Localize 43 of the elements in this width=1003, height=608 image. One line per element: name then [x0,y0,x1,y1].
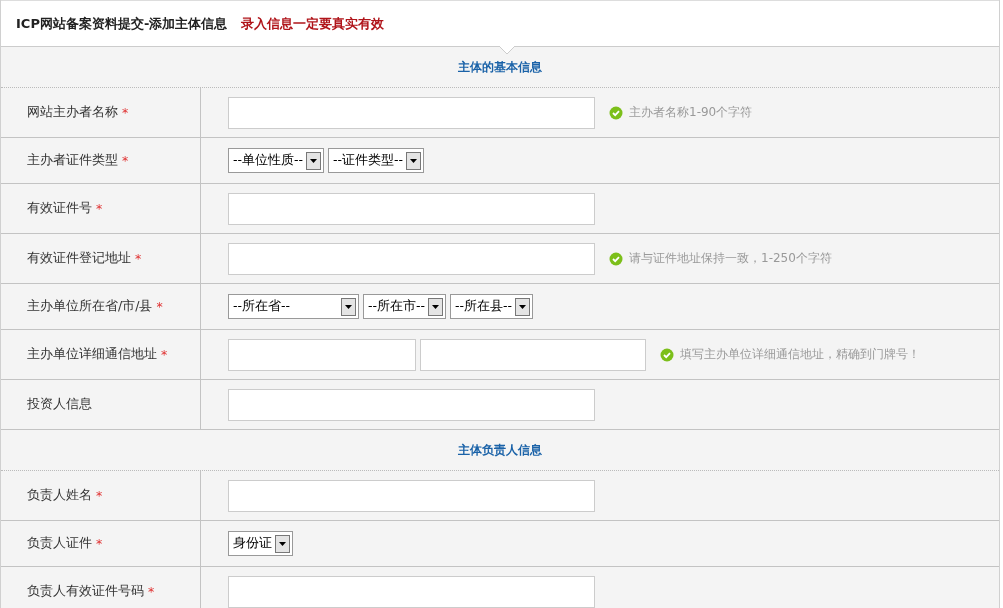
hint-text: 请与证件地址保持一致，1-250个字符 [629,250,832,267]
hint-text: 填写主办单位详细通信地址，精确到门牌号！ [680,346,920,363]
check-icon [609,251,623,266]
required-mark: * [148,584,155,599]
field-label: 负责人有效证件号码 [27,583,144,600]
dropdown[interactable]: --所在县-- [450,294,534,319]
required-mark: * [96,536,103,551]
field-label: 主办单位所在省/市/县 [27,298,153,315]
dropdown[interactable]: --单位性质-- [228,148,325,173]
page-title: ICP网站备案资料提交-添加主体信息 [16,14,228,33]
required-mark: * [96,488,103,503]
required-mark: * [96,201,103,216]
dropdown[interactable]: --证件类型-- [328,148,425,173]
field-label: 网站主办者名称 [27,104,118,121]
field-label: 有效证件登记地址 [27,250,131,267]
field-label: 投资人信息 [27,396,92,413]
field-label: 负责人证件 [27,535,92,552]
dropdown[interactable]: 身份证 [228,531,293,556]
required-mark: * [122,153,129,168]
hint-text: 主办者名称1-90个字符 [629,104,753,121]
field-label: 主办单位详细通信地址 [27,346,157,363]
field-label: 有效证件号 [27,200,92,217]
required-mark: * [122,105,129,120]
text-field[interactable] [228,192,595,225]
dropdown[interactable]: --所在市-- [363,294,447,319]
text-field[interactable] [228,242,595,275]
required-mark: * [156,299,163,314]
required-mark: * [161,347,168,362]
dropdown[interactable]: --所在省-- [228,294,359,319]
text-field[interactable] [228,96,595,129]
text-field[interactable] [228,338,416,371]
field-label: 主办者证件类型 [27,152,118,169]
check-icon [660,347,674,362]
check-icon [609,105,623,120]
text-field[interactable] [420,338,646,371]
required-mark: * [135,251,142,266]
text-field[interactable] [228,479,595,512]
text-field[interactable] [228,575,595,608]
field-label: 负责人姓名 [27,487,92,504]
section-title: 主体的基本信息 [458,58,542,76]
notice-text: 录入信息一定要真实有效 [241,14,385,33]
section-title: 主体负责人信息 [458,441,542,459]
text-field[interactable] [228,388,595,421]
